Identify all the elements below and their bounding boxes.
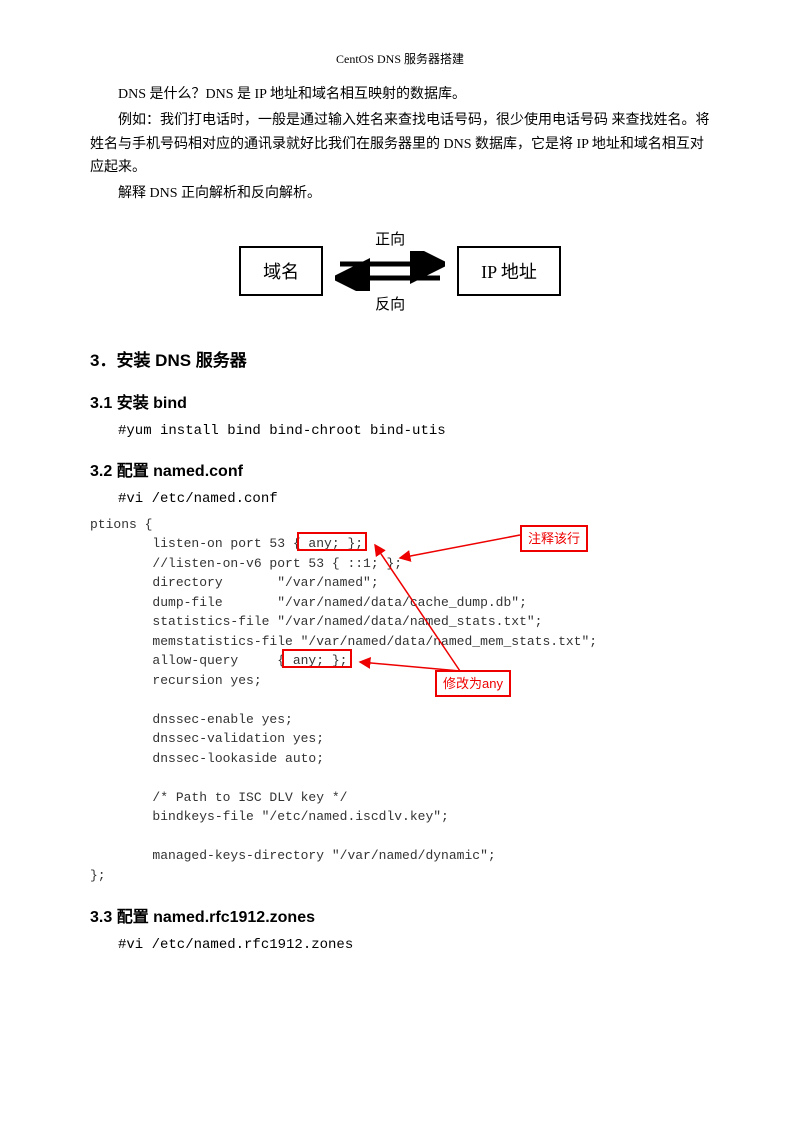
section-3-title: 3．安装 DNS 服务器	[90, 346, 710, 371]
diagram-box-domain: 域名	[239, 246, 323, 296]
annotation-comment-line: 注释该行	[520, 525, 588, 553]
diagram-arrows: 正向 反向	[335, 226, 445, 316]
section-3-2-title: 3.2 配置 named.conf	[90, 457, 710, 481]
diagram-label-forward: 正向	[375, 228, 405, 249]
highlight-box-any-2	[282, 649, 352, 668]
intro-block: DNS 是什么？DNS 是 IP 地址和域名相互映射的数据库。 例如：我们打电话…	[90, 83, 710, 206]
intro-p3: 解释 DNS 正向解析和反向解析。	[90, 182, 710, 206]
section-3-1-title: 3.1 安装 bind	[90, 389, 710, 413]
intro-p1: DNS 是什么？DNS 是 IP 地址和域名相互映射的数据库。	[90, 83, 710, 107]
dns-diagram: 域名 正向 反向 IP 地址	[90, 226, 710, 316]
highlight-box-any-1	[297, 532, 367, 551]
cmd-vi-named-conf: #vi /etc/named.conf	[118, 491, 710, 507]
page-header: CentOS DNS 服务器搭建	[90, 50, 710, 67]
intro-p2: 例如：我们打电话时，一般是通过输入姓名来查找电话号码，很少使用电话号码 来查找姓…	[90, 109, 710, 180]
double-arrow-icon	[335, 251, 445, 291]
code-text: ptions { listen-on port 53 { any; }; //l…	[90, 515, 710, 886]
cmd-vi-rfc1912: #vi /etc/named.rfc1912.zones	[118, 937, 710, 953]
cmd-install-bind: #yum install bind bind-chroot bind-utis	[118, 423, 710, 439]
page: CentOS DNS 服务器搭建 DNS 是什么？DNS 是 IP 地址和域名相…	[0, 0, 800, 1013]
section-3-3-title: 3.3 配置 named.rfc1912.zones	[90, 903, 710, 927]
annotation-change-any: 修改为any	[435, 670, 511, 698]
named-conf-code: ptions { listen-on port 53 { any; }; //l…	[90, 515, 710, 886]
diagram-box-ip: IP 地址	[457, 246, 561, 296]
diagram-label-reverse: 反向	[375, 293, 405, 314]
